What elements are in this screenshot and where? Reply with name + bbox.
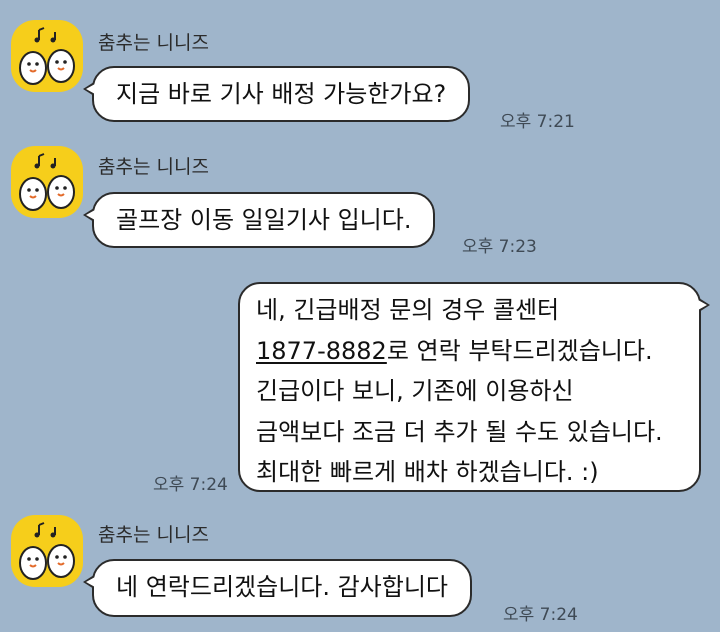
message-text: 네 연락드리겠습니다. 감사합니다	[116, 573, 449, 601]
sender-name: 춤추는 니니즈	[98, 524, 209, 546]
message-bubble-incoming[interactable]: 네 연락드리겠습니다. 감사합니다	[83, 559, 473, 617]
message-time: 오후 7:24	[503, 605, 578, 625]
message-time: 오후 7:21	[500, 112, 575, 132]
message-line: 1877-8882로 연락 부탁드리겠습니다.	[256, 331, 681, 372]
message-line-text: 로 연락 부탁드리겠습니다.	[386, 336, 653, 365]
message-text: 골프장 이동 일일기사 입니다.	[116, 206, 412, 234]
message-bubble-incoming[interactable]: 지금 바로 기사 배정 가능한가요?	[83, 66, 471, 122]
message-line: 네, 긴급배정 문의 경우 콜센터	[256, 296, 560, 324]
message-line: 최대한 빠르게 배차 하겠습니다. :)	[256, 458, 599, 486]
message-bubble-outgoing[interactable]: 네, 긴급배정 문의 경우 콜센터 1877-8882로 연락 부탁드리겠습니다…	[238, 282, 710, 492]
bubble-tail	[83, 575, 95, 589]
message-time: 오후 7:24	[153, 475, 228, 495]
message-line: 금액보다 조금 더 추가 될 수도 있습니다.	[256, 417, 663, 446]
bubble-tail	[83, 208, 95, 222]
bubble-tail	[83, 82, 95, 96]
avatar-icon[interactable]	[11, 20, 83, 92]
dancing-niniz-icon	[19, 522, 75, 580]
dancing-niniz-icon	[19, 153, 75, 211]
phone-number-link[interactable]: 1877-8882	[256, 337, 387, 365]
avatar-icon[interactable]	[11, 515, 83, 587]
avatar-icon[interactable]	[11, 146, 83, 218]
sender-name: 춤추는 니니즈	[98, 32, 209, 54]
message-text: 지금 바로 기사 배정 가능한가요?	[116, 80, 447, 108]
dancing-niniz-icon	[19, 27, 75, 85]
message-bubble-incoming[interactable]: 골프장 이동 일일기사 입니다.	[83, 192, 436, 248]
message-time: 오후 7:23	[462, 237, 537, 257]
bubble-tail	[698, 298, 710, 312]
message-line: 긴급이다 보니, 기존에 이용하신	[256, 377, 574, 405]
sender-name: 춤추는 니니즈	[98, 156, 209, 178]
